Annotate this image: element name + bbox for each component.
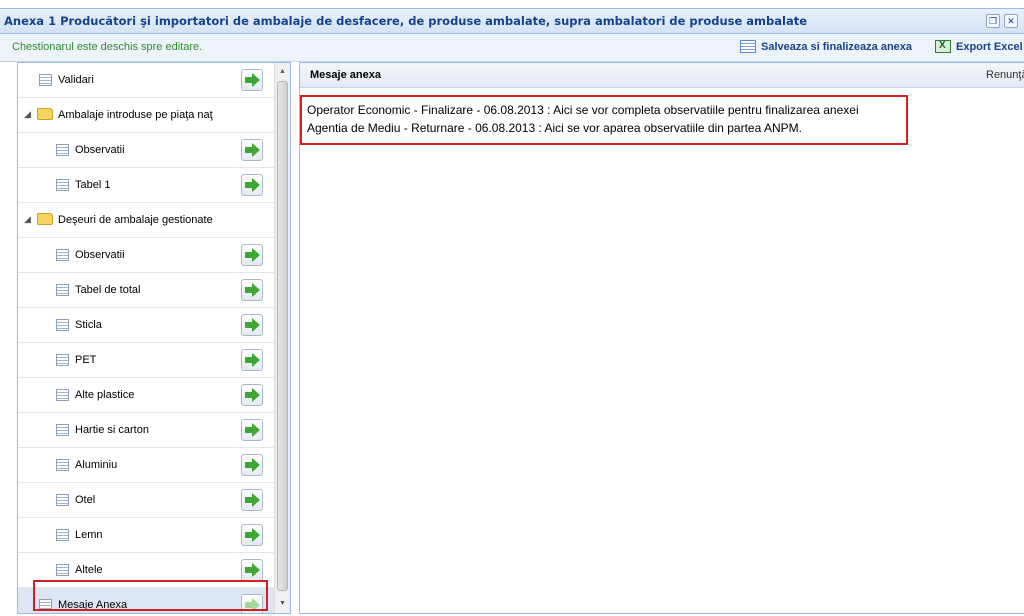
form-icon bbox=[56, 249, 69, 261]
nav-item[interactable]: Validari bbox=[18, 63, 274, 98]
restore-window-icon[interactable]: ❐ bbox=[986, 14, 1000, 28]
nav-item[interactable]: Otel bbox=[18, 483, 274, 518]
nav-item[interactable]: ◢ Deşeuri de ambalaje gestionate bbox=[18, 203, 274, 238]
nav-item[interactable]: Observatii bbox=[18, 238, 274, 273]
form-icon bbox=[56, 354, 69, 366]
nav-item-label: Ambalaje introduse pe piaţa naţ bbox=[58, 109, 213, 121]
nav-item-label: Validari bbox=[58, 74, 94, 86]
expand-toggle-icon[interactable]: ◢ bbox=[24, 214, 31, 225]
nav-item-label: Otel bbox=[75, 494, 96, 506]
nav-item-label: Tabel 1 bbox=[75, 179, 111, 191]
nav-item-label: Lemn bbox=[75, 529, 103, 541]
form-icon bbox=[56, 144, 69, 156]
navigation-list: Validari ◢ Ambalaje introduse pe piaţa naţ… bbox=[18, 63, 274, 613]
nav-item[interactable]: Alte plastice bbox=[18, 378, 274, 413]
toolbar: Chestionarul este deschis spre editare. … bbox=[0, 34, 1024, 62]
scroll-down-icon[interactable]: ▼ bbox=[275, 597, 290, 611]
navigation-panel: Validari ◢ Ambalaje introduse pe piaţa naţ… bbox=[17, 62, 291, 614]
scroll-up-icon[interactable]: ▲ bbox=[275, 65, 290, 79]
form-icon bbox=[56, 319, 69, 331]
nav-item-label: PET bbox=[75, 354, 97, 366]
open-arrow-icon[interactable] bbox=[241, 69, 263, 91]
open-arrow-icon[interactable] bbox=[241, 489, 263, 511]
messages-panel-header: Mesaje anexa Renunţă bbox=[300, 63, 1024, 88]
save-finalize-button[interactable]: Salveaza si finalizeaza anexa bbox=[740, 40, 912, 53]
window-title: Anexa 1 Producători şi importatori de am… bbox=[4, 14, 808, 28]
open-arrow-icon[interactable] bbox=[241, 419, 263, 441]
open-arrow-icon[interactable] bbox=[241, 454, 263, 476]
scroll-thumb[interactable] bbox=[277, 81, 288, 591]
nav-item[interactable]: Sticla bbox=[18, 308, 274, 343]
folder-icon bbox=[37, 213, 53, 225]
window-titlebar: Anexa 1 Producători şi importatori de am… bbox=[0, 8, 1024, 34]
message-line: Operator Economic - Finalizare - 06.08.2… bbox=[307, 103, 859, 117]
open-arrow-icon[interactable] bbox=[241, 559, 263, 581]
nav-item-label: Altele bbox=[75, 564, 103, 576]
open-arrow-icon[interactable] bbox=[241, 384, 263, 406]
nav-item-label: Hartie si carton bbox=[75, 424, 149, 436]
nav-scrollbar[interactable]: ▲ ▼ bbox=[274, 63, 290, 613]
form-icon bbox=[39, 74, 52, 86]
nav-item[interactable]: PET bbox=[18, 343, 274, 378]
open-arrow-icon[interactable] bbox=[241, 524, 263, 546]
messages-panel: Mesaje anexa Renunţă Operator Economic -… bbox=[299, 62, 1024, 614]
excel-icon bbox=[935, 40, 951, 53]
nav-item-label: Observatii bbox=[75, 144, 125, 156]
messages-box: Operator Economic - Finalizare - 06.08.2… bbox=[300, 95, 908, 145]
nav-item-label: Mesaje Anexa bbox=[58, 599, 128, 611]
form-icon bbox=[56, 529, 69, 541]
form-icon bbox=[56, 389, 69, 401]
save-finalize-label: Salveaza si finalizeaza anexa bbox=[761, 40, 913, 53]
nav-item[interactable]: Altele bbox=[18, 553, 274, 588]
open-arrow-icon[interactable] bbox=[241, 244, 263, 266]
message-line: Agentia de Mediu - Returnare - 06.08.201… bbox=[307, 121, 802, 135]
cancel-button[interactable]: Renunţă bbox=[986, 69, 1024, 81]
open-arrow-icon[interactable] bbox=[241, 174, 263, 196]
form-icon bbox=[56, 284, 69, 296]
nav-item[interactable]: Lemn bbox=[18, 518, 274, 553]
form-icon bbox=[56, 564, 69, 576]
nav-item-label: Aluminiu bbox=[75, 459, 118, 471]
open-arrow-icon[interactable] bbox=[241, 279, 263, 301]
nav-item[interactable]: Aluminiu bbox=[18, 448, 274, 483]
nav-item-label: Observatii bbox=[75, 249, 125, 261]
close-window-icon[interactable]: ✕ bbox=[1004, 14, 1018, 28]
form-icon bbox=[56, 494, 69, 506]
open-arrow-icon[interactable] bbox=[241, 349, 263, 371]
nav-item-label: Sticla bbox=[75, 319, 102, 331]
nav-item-label: Deşeuri de ambalaje gestionate bbox=[58, 214, 213, 226]
status-text: Chestionarul este deschis spre editare. bbox=[12, 41, 203, 53]
open-arrow-icon[interactable] bbox=[241, 594, 263, 613]
folder-icon bbox=[37, 108, 53, 120]
open-arrow-icon[interactable] bbox=[241, 314, 263, 336]
form-icon bbox=[56, 424, 69, 436]
expand-toggle-icon[interactable]: ◢ bbox=[24, 109, 31, 120]
nav-item[interactable]: Hartie si carton bbox=[18, 413, 274, 448]
export-excel-button[interactable]: Export Excel bbox=[935, 40, 1023, 53]
open-arrow-icon[interactable] bbox=[241, 139, 263, 161]
export-excel-label: Export Excel bbox=[956, 40, 1023, 53]
nav-item[interactable]: Mesaje Anexa bbox=[18, 588, 274, 613]
messages-panel-title: Mesaje anexa bbox=[310, 69, 381, 81]
nav-item-label: Alte plastice bbox=[75, 389, 135, 401]
nav-item-label: Tabel de total bbox=[75, 284, 141, 296]
form-icon bbox=[39, 599, 52, 611]
form-icon bbox=[740, 40, 756, 53]
nav-item[interactable]: Observatii bbox=[18, 133, 274, 168]
nav-item[interactable]: Tabel de total bbox=[18, 273, 274, 308]
form-icon bbox=[56, 459, 69, 471]
form-icon bbox=[56, 179, 69, 191]
nav-item[interactable]: ◢ Ambalaje introduse pe piaţa naţ bbox=[18, 98, 274, 133]
nav-item[interactable]: Tabel 1 bbox=[18, 168, 274, 203]
